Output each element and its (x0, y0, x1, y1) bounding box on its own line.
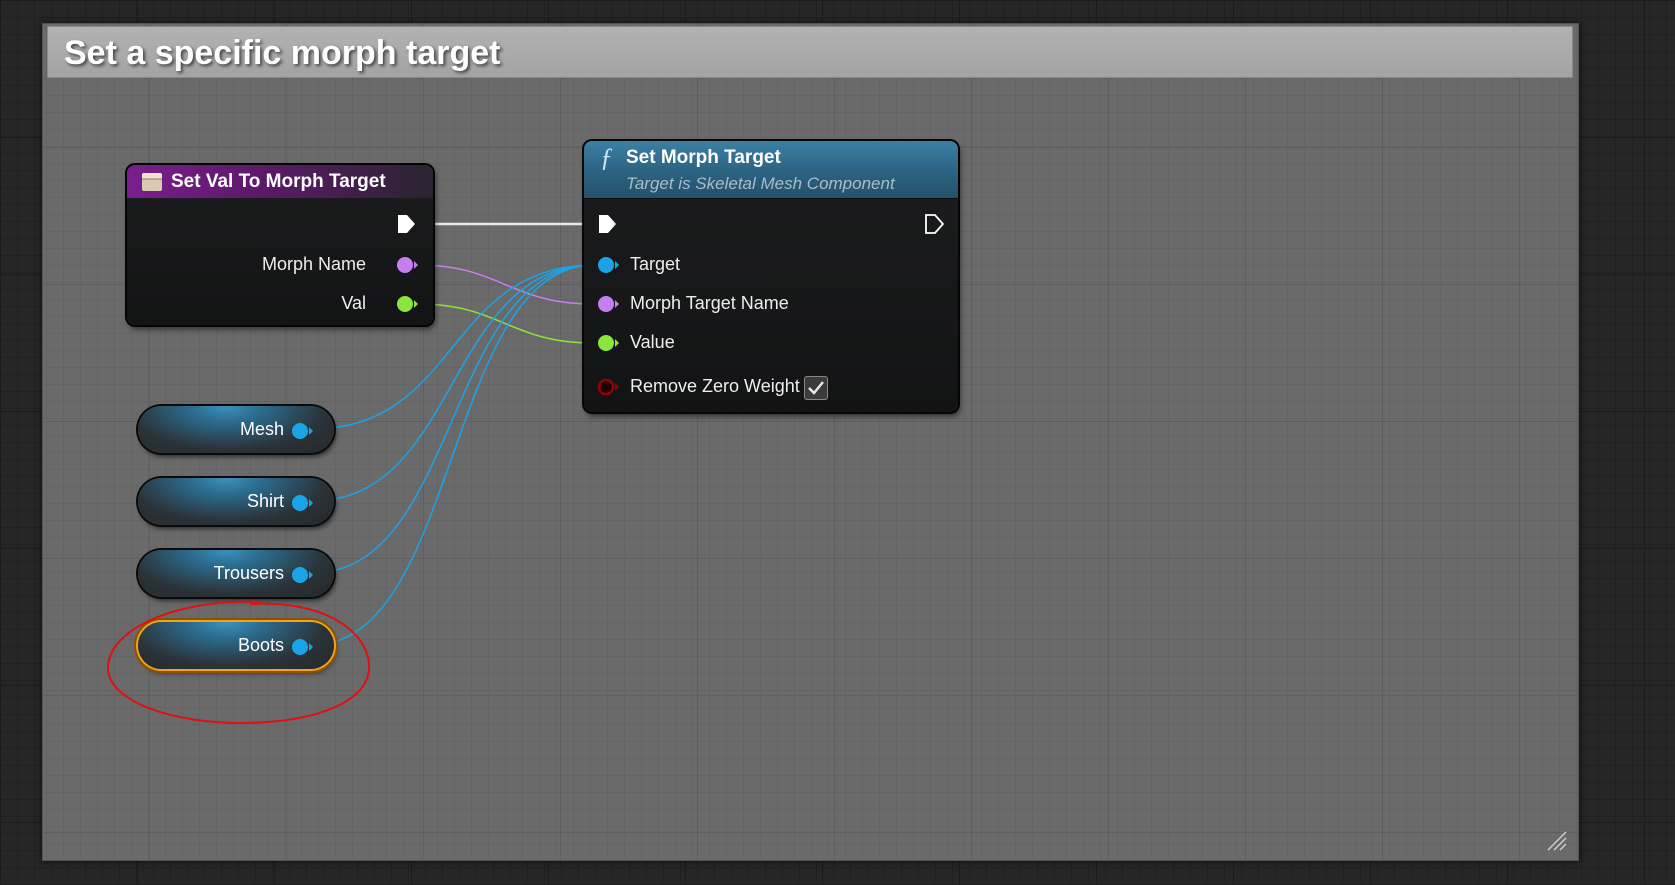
event-icon (142, 173, 162, 191)
set-val-to-morph-target-node[interactable]: Set Val To Morph Target Morph Name Val (127, 165, 433, 325)
resize-handle-icon[interactable] (1546, 830, 1568, 852)
node-subtitle: Target is Skeletal Mesh Component (626, 174, 895, 193)
variable-label: Mesh (239, 419, 284, 439)
value-label: Value (630, 332, 675, 352)
variable-label: Trousers (213, 563, 284, 583)
morph-name-label: Morph Name (261, 254, 366, 274)
object-pin-icon[interactable] (290, 492, 314, 514)
function-icon: ƒ (600, 143, 613, 172)
exec-out-pin-icon[interactable] (923, 213, 945, 235)
variable-node-boots[interactable]: Boots (138, 622, 334, 669)
variable-node-trousers[interactable]: Trousers (138, 550, 334, 597)
variable-label: Boots (237, 635, 284, 655)
object-pin-icon[interactable] (290, 636, 314, 658)
node-title: Set Val To Morph Target (171, 171, 386, 192)
morph-target-name-label: Morph Target Name (630, 293, 789, 313)
value-pin-icon[interactable] (596, 332, 620, 354)
variable-label: Shirt (246, 491, 284, 511)
checkmark-icon (808, 381, 824, 395)
node-title: Set Morph Target (626, 147, 781, 168)
object-pin-icon[interactable] (290, 420, 314, 442)
val-pin-icon[interactable] (395, 293, 419, 315)
node-header[interactable]: Set Val To Morph Target (127, 165, 433, 198)
exec-out-pin-icon[interactable] (395, 213, 417, 235)
comment-header[interactable]: Set a specific morph target (47, 26, 1573, 78)
target-label: Target (630, 254, 681, 274)
remove-zero-weight-checkbox[interactable] (804, 376, 828, 400)
val-label: Val (341, 293, 366, 313)
object-pin-icon[interactable] (290, 564, 314, 586)
node-header[interactable]: ƒ Set Morph Target Target is Skeletal Me… (584, 141, 958, 199)
target-pin-icon[interactable] (596, 254, 620, 276)
variable-node-mesh[interactable]: Mesh (138, 406, 334, 453)
variable-node-shirt[interactable]: Shirt (138, 478, 334, 525)
comment-title[interactable]: Set a specific morph target (64, 34, 500, 73)
remove-zero-weight-label: Remove Zero Weight (630, 376, 800, 396)
remove-zero-weight-pin-icon[interactable] (596, 376, 620, 398)
set-morph-target-node[interactable]: ƒ Set Morph Target Target is Skeletal Me… (584, 141, 958, 412)
morph-name-pin-icon[interactable] (395, 254, 419, 276)
exec-in-pin-icon[interactable] (596, 213, 618, 235)
morph-target-name-pin-icon[interactable] (596, 293, 620, 315)
